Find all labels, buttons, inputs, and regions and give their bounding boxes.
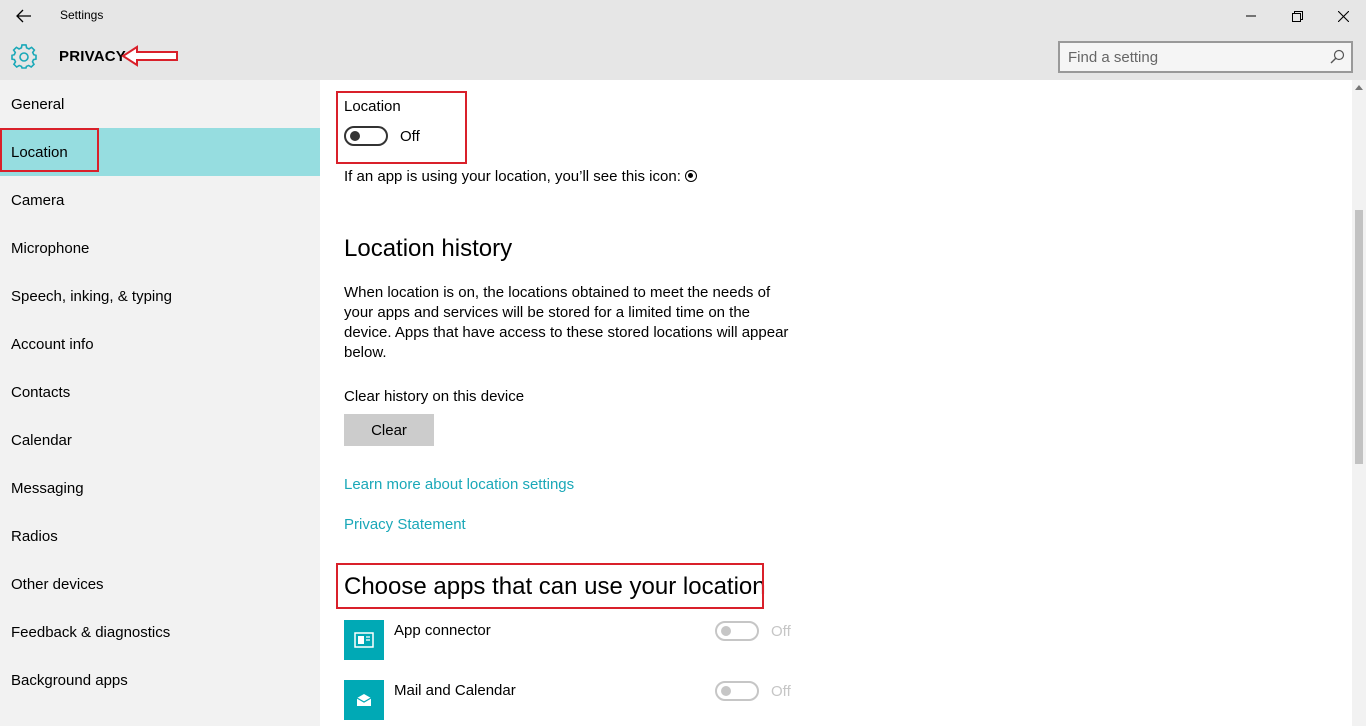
annotation-arrow-icon xyxy=(121,45,178,67)
app-connector-toggle[interactable] xyxy=(715,621,759,641)
sidebar-item-speech[interactable]: Speech, inking, & typing xyxy=(0,272,320,320)
scrollbar-thumb[interactable] xyxy=(1355,210,1363,464)
clear-button[interactable]: Clear xyxy=(344,414,434,446)
sidebar-item-camera[interactable]: Camera xyxy=(0,176,320,224)
sidebar-item-microphone[interactable]: Microphone xyxy=(0,224,320,272)
back-button[interactable] xyxy=(6,0,42,32)
search-icon[interactable] xyxy=(1329,49,1345,65)
sidebar-item-label: Calendar xyxy=(11,431,72,449)
learn-more-link[interactable]: Learn more about location settings xyxy=(344,476,574,493)
annotation-box-choose-apps xyxy=(336,563,764,609)
location-icon-note: If an app is using your location, you’ll… xyxy=(344,168,697,185)
annotation-box-location-nav xyxy=(0,128,99,172)
sidebar-item-radios[interactable]: Radios xyxy=(0,512,320,560)
sidebar-item-label: Contacts xyxy=(11,383,71,401)
mail-icon xyxy=(344,680,384,720)
privacy-statement-link[interactable]: Privacy Statement xyxy=(344,516,466,533)
app-name-app-connector: App connector xyxy=(394,622,491,639)
location-in-use-icon xyxy=(684,170,697,182)
restore-icon xyxy=(1291,10,1303,22)
minimize-icon xyxy=(1246,15,1256,17)
sidebar-item-other-devices[interactable]: Other devices xyxy=(0,560,320,608)
sidebar-item-label: Background apps xyxy=(11,671,128,689)
location-history-description: When location is on, the locations obtai… xyxy=(344,284,789,361)
scroll-up-arrow-icon[interactable] xyxy=(1355,85,1363,90)
search-box[interactable] xyxy=(1058,41,1353,73)
sidebar-item-label: Camera xyxy=(11,191,65,209)
sidebar-item-general[interactable]: General xyxy=(0,80,320,128)
gear-icon xyxy=(11,44,37,69)
app-connector-glyph xyxy=(354,632,374,648)
page-title: PRIVACY xyxy=(59,48,126,65)
sidebar-item-label: General xyxy=(11,95,65,113)
sidebar-item-label: Messaging xyxy=(11,479,84,497)
sidebar-item-contacts[interactable]: Contacts xyxy=(0,368,320,416)
sidebar-item-label: Feedback & diagnostics xyxy=(11,623,171,641)
window-title: Settings xyxy=(60,8,104,22)
app-name-mail-calendar: Mail and Calendar xyxy=(394,682,516,699)
toggle-knob xyxy=(721,626,731,636)
clear-history-label: Clear history on this device xyxy=(344,388,525,405)
annotation-box-location-toggle xyxy=(336,91,467,164)
settings-header: PRIVACY xyxy=(0,32,1366,80)
mail-calendar-toggle-state: Off xyxy=(771,683,791,700)
sidebar-item-label: Account info xyxy=(11,335,94,353)
scrollbar[interactable] xyxy=(1352,80,1366,726)
back-arrow-icon xyxy=(16,9,31,23)
sidebar-item-calendar[interactable]: Calendar xyxy=(0,416,320,464)
sidebar-item-label: Other devices xyxy=(11,575,104,593)
restore-button[interactable] xyxy=(1274,0,1320,32)
toggle-knob xyxy=(721,686,731,696)
location-icon-note-text: If an app is using your location, you’ll… xyxy=(344,168,681,185)
sidebar-item-background-apps[interactable]: Background apps xyxy=(0,656,320,704)
sidebar-item-feedback[interactable]: Feedback & diagnostics xyxy=(0,608,320,656)
app-connector-toggle-state: Off xyxy=(771,623,791,640)
mail-calendar-toggle[interactable] xyxy=(715,681,759,701)
title-bar: Settings xyxy=(0,0,1366,32)
sidebar-item-label: Speech, inking, & typing xyxy=(11,287,172,305)
search-input[interactable] xyxy=(1068,48,1318,66)
sidebar-item-label: Microphone xyxy=(11,239,90,257)
mail-glyph xyxy=(356,694,372,706)
close-button[interactable] xyxy=(1320,0,1366,32)
minimize-button[interactable] xyxy=(1228,0,1274,32)
app-connector-icon xyxy=(344,620,384,660)
location-history-heading: Location history xyxy=(344,235,513,262)
sidebar-item-messaging[interactable]: Messaging xyxy=(0,464,320,512)
close-icon xyxy=(1337,10,1349,22)
sidebar-item-account-info[interactable]: Account info xyxy=(0,320,320,368)
sidebar-item-label: Radios xyxy=(11,527,58,545)
